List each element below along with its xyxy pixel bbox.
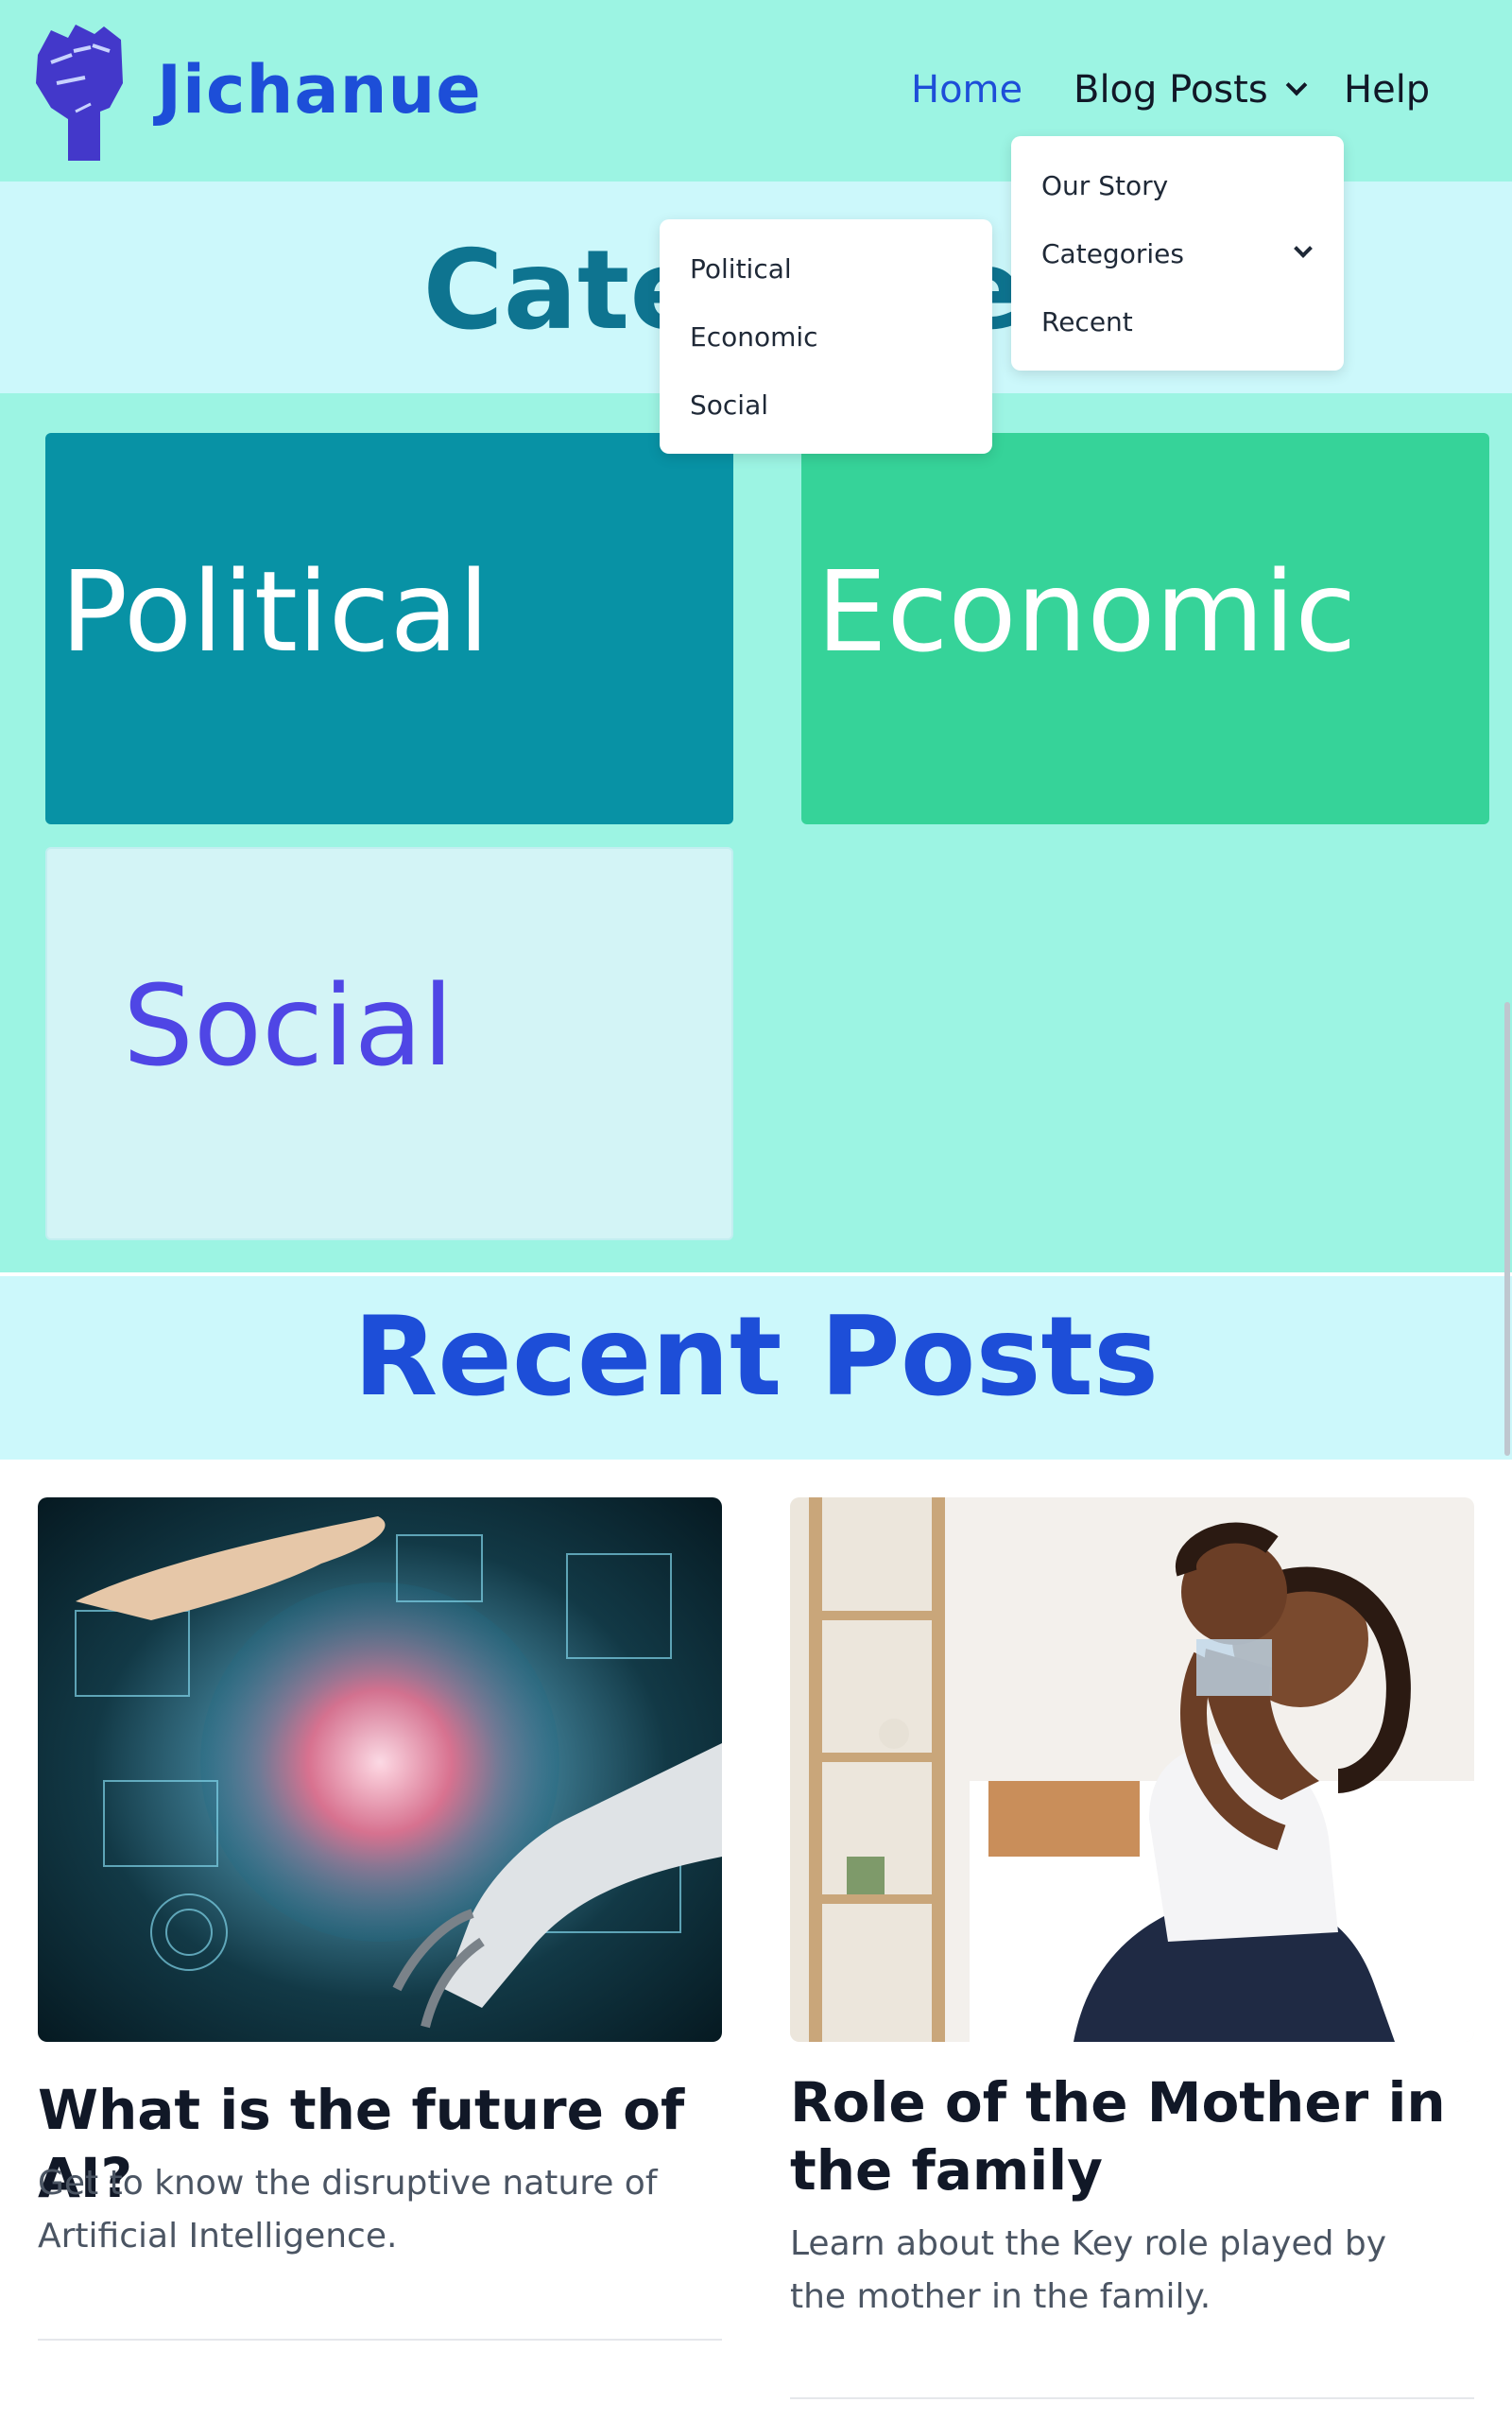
blog-posts-dropdown: Our Story Categories Recent: [1011, 136, 1344, 371]
nav-help[interactable]: Help: [1344, 68, 1430, 112]
submenu-item-social[interactable]: Social: [690, 389, 768, 421]
scrollbar-thumb[interactable]: [1504, 1002, 1510, 1456]
menu-item-recent[interactable]: Recent: [1041, 306, 1133, 337]
category-label: Political: [60, 546, 490, 677]
post-description-ai: Get to know the disruptive nature of Art…: [38, 2164, 658, 2256]
post-title-mother[interactable]: Role of the Mother in the family: [790, 2068, 1489, 2204]
submenu-item-political[interactable]: Political: [690, 253, 792, 285]
nav-blog-posts-label: Blog Posts: [1074, 68, 1268, 112]
brand-name[interactable]: Jichanue: [157, 51, 482, 129]
post-description-mother: Learn about the Key role played by the m…: [790, 2224, 1387, 2316]
chevron-down-icon: [1285, 74, 1307, 96]
category-card-social[interactable]: Social: [45, 847, 733, 1240]
post-image-mother[interactable]: [790, 1497, 1474, 2042]
categories-submenu: Political Economic Social: [660, 219, 992, 454]
post-image-ai[interactable]: [38, 1497, 722, 2042]
divider: [38, 2339, 722, 2341]
menu-item-categories[interactable]: Categories: [1041, 238, 1184, 269]
category-card-political[interactable]: Political: [45, 433, 733, 824]
nav-blog-posts[interactable]: Blog Posts: [1074, 68, 1307, 112]
nav-home[interactable]: Home: [911, 68, 1022, 112]
category-card-economic[interactable]: Economic: [801, 433, 1489, 824]
raised-fist-icon[interactable]: [19, 17, 130, 164]
category-label: Social: [123, 960, 454, 1091]
chevron-down-icon[interactable]: [1294, 239, 1313, 258]
menu-item-our-story[interactable]: Our Story: [1041, 170, 1168, 201]
category-label: Economic: [816, 546, 1357, 677]
divider: [790, 2397, 1474, 2399]
recent-posts-title: Recent Posts: [352, 1293, 1160, 1421]
submenu-item-economic[interactable]: Economic: [690, 321, 818, 353]
